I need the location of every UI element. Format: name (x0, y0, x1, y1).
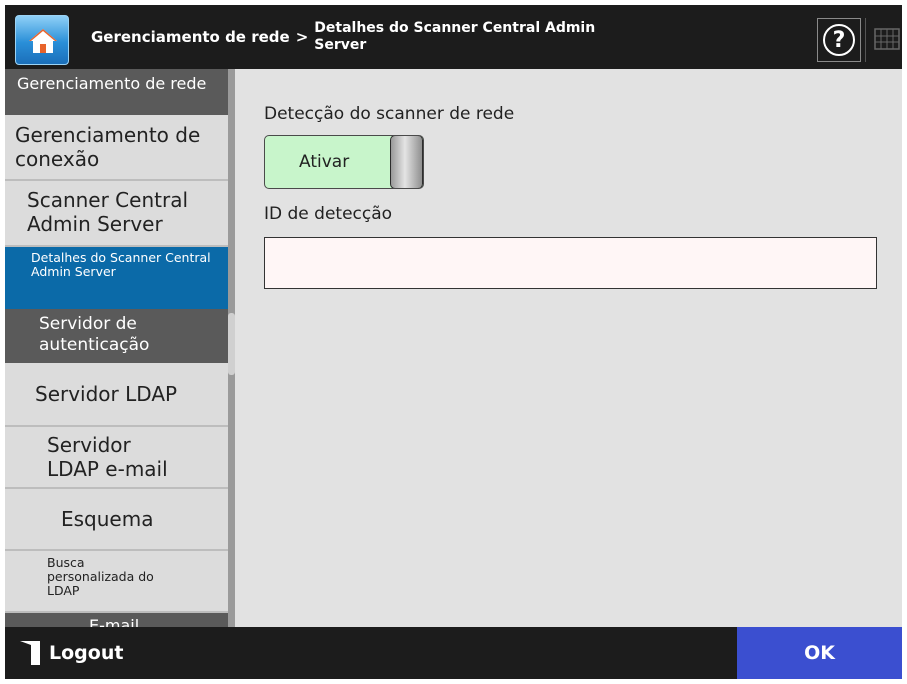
detection-label: Detecção do scanner de rede (264, 104, 515, 124)
footer-bar: Logout OK (5, 627, 902, 679)
keyboard-button[interactable] (865, 18, 902, 62)
detection-toggle[interactable]: Ativar (264, 135, 424, 189)
detection-id-input[interactable] (264, 237, 877, 289)
header-bar: Gerenciamento de rede > Detalhes do Scan… (5, 5, 902, 69)
sidebar-item-schema[interactable]: Esquema (5, 489, 229, 551)
detection-id-label: ID de detecção (264, 204, 393, 224)
sidebar-item-label: Busca personalizada do LDAP (47, 555, 154, 598)
sidebar-item-label: Gerenciamento de conexão (15, 123, 201, 171)
sidebar-item-ldap-email-server[interactable]: Servidor LDAP e-mail (5, 427, 229, 489)
toggle-knob[interactable] (390, 136, 423, 188)
sidebar-section-network-management[interactable]: Gerenciamento de rede (5, 69, 229, 115)
ok-label: OK (804, 642, 835, 664)
sidebar-item-label: Servidor de autenticação (39, 314, 150, 355)
sidebar-scrollbar[interactable] (228, 69, 235, 627)
sidebar: Gerenciamento de rede Gerenciamento de c… (5, 69, 235, 627)
toggle-label: Ativar (299, 152, 350, 172)
sidebar-item-label: Detalhes do Scanner Central Admin Server (31, 250, 211, 279)
sidebar-section-email[interactable]: E-mail (5, 613, 229, 627)
help-button[interactable]: ? (817, 18, 861, 62)
logout-button[interactable]: Logout (5, 627, 155, 679)
sidebar-item-ldap-custom-search[interactable]: Busca personalizada do LDAP (5, 551, 229, 613)
breadcrumb-parent[interactable]: Gerenciamento de rede (91, 28, 290, 46)
sidebar-item-ldap-server[interactable]: Servidor LDAP (5, 363, 229, 427)
app-window: Gerenciamento de rede > Detalhes do Scan… (5, 5, 902, 679)
sidebar-scroll-thumb[interactable] (228, 313, 235, 375)
sidebar-item-connection-management[interactable]: Gerenciamento de conexão (5, 115, 229, 181)
breadcrumb: Gerenciamento de rede > Detalhes do Scan… (91, 5, 604, 69)
home-icon (29, 29, 57, 53)
sidebar-item-scanner-central-admin-server[interactable]: Scanner Central Admin Server (5, 181, 229, 247)
main-content: Detecção do scanner de rede Ativar ID de… (235, 69, 902, 627)
help-icon: ? (823, 24, 855, 56)
ok-button[interactable]: OK (737, 627, 902, 679)
breadcrumb-current: Detalhes do Scanner Central Admin Server (314, 20, 596, 53)
sidebar-item-label: E-mail (89, 616, 140, 628)
logout-icon (20, 641, 40, 665)
sidebar-item-label: Gerenciamento de rede (17, 74, 207, 93)
home-button[interactable] (15, 15, 69, 65)
sidebar-item-label: Servidor LDAP e-mail (47, 433, 168, 481)
logout-label: Logout (49, 642, 124, 664)
keyboard-icon (874, 28, 900, 50)
sidebar-list: Gerenciamento de rede Gerenciamento de c… (5, 69, 229, 627)
sidebar-item-scanner-central-admin-server-details[interactable]: Detalhes do Scanner Central Admin Server (5, 247, 229, 309)
sidebar-item-label: Scanner Central Admin Server (27, 188, 189, 236)
sidebar-item-label: Esquema (61, 507, 154, 531)
breadcrumb-separator: > (295, 28, 309, 46)
sidebar-section-authentication-server[interactable]: Servidor de autenticação (5, 309, 229, 363)
sidebar-item-label: Servidor LDAP (35, 382, 178, 406)
